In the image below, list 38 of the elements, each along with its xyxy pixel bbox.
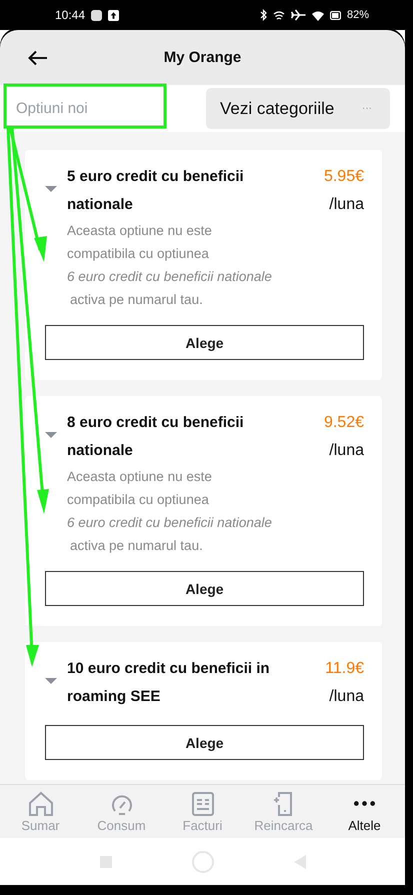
expand-caret-icon[interactable] bbox=[45, 678, 57, 685]
option-title: 8 euro credit cu beneficii nationale bbox=[67, 413, 245, 461]
compatibility-note: activa pe numarul tau. bbox=[69, 291, 203, 309]
status-time: 10:44 bbox=[55, 8, 86, 22]
airplane-icon bbox=[290, 9, 306, 21]
price-period: /luna bbox=[329, 441, 364, 461]
battery-icon bbox=[330, 10, 341, 20]
battery-level: 82% bbox=[346, 9, 369, 21]
choose-button[interactable]: Alege bbox=[45, 571, 364, 606]
hotspot-icon bbox=[272, 10, 285, 20]
conflicting-option: 6 euro credit cu beneficii nationale bbox=[67, 265, 272, 288]
choose-button[interactable]: Alege bbox=[45, 325, 364, 360]
expand-caret-icon[interactable] bbox=[45, 432, 57, 439]
option-price: 9.52€ bbox=[324, 413, 364, 433]
expand-caret-icon[interactable] bbox=[45, 186, 57, 193]
compatibility-note: activa pe numarul tau. bbox=[69, 537, 203, 555]
more-icon bbox=[354, 800, 375, 806]
option-title: 10 euro credit cu beneficii in roaming SEE bbox=[67, 659, 271, 707]
wifi-icon bbox=[312, 10, 324, 20]
option-price: 11.9€ bbox=[325, 659, 364, 679]
page-title: My Orange bbox=[164, 49, 242, 66]
back-arrow-icon[interactable] bbox=[28, 50, 48, 66]
option-price: 5.95€ bbox=[324, 167, 364, 187]
category-dropdown[interactable]: Vezi categoriile ··· bbox=[206, 88, 390, 129]
notification-icon bbox=[91, 10, 102, 20]
upload-icon bbox=[108, 10, 120, 20]
compatibility-note: Aceasta optiune nu este compatibila cu optiunea bbox=[67, 222, 213, 263]
price-period: /luna bbox=[329, 195, 364, 215]
conflicting-option: 6 euro credit cu beneficii nationale bbox=[67, 511, 272, 534]
search-field[interactable]: Optiuni noi bbox=[8, 96, 174, 121]
option-title: 5 euro credit cu beneficii nationale bbox=[67, 167, 245, 215]
invoice-icon bbox=[190, 790, 216, 816]
price-period: /luna bbox=[329, 687, 364, 707]
compatibility-note: Aceasta optiune nu este compatibila cu optiunea bbox=[67, 468, 213, 509]
bluetooth-icon bbox=[260, 9, 267, 21]
home-icon bbox=[28, 790, 54, 816]
nav-tab[interactable]: Altele bbox=[324, 785, 405, 838]
choose-button[interactable]: Alege bbox=[45, 725, 364, 760]
